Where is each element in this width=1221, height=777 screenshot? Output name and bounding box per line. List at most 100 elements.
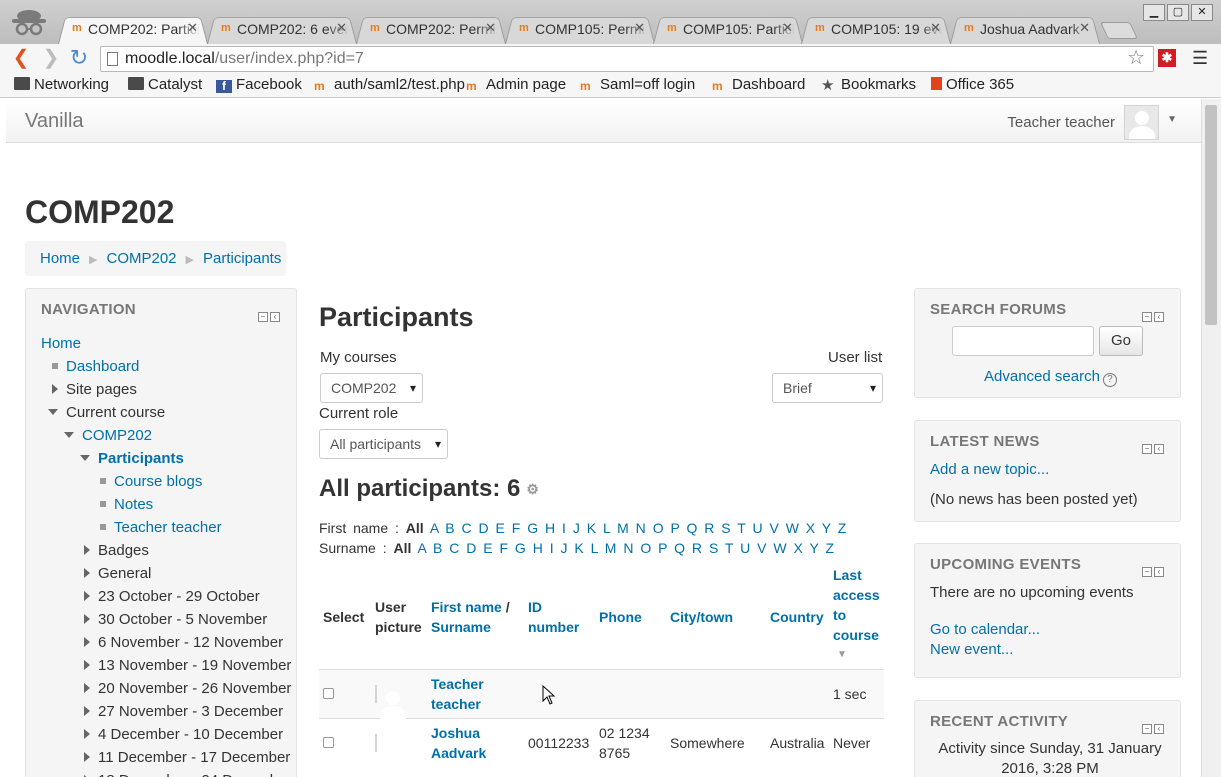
- nav-item[interactable]: 18 December - 24 December: [41, 769, 291, 777]
- expand-icon[interactable]: [84, 614, 90, 624]
- bookmark-star-icon[interactable]: ☆: [1127, 46, 1145, 70]
- firstname-initial-letter-link[interactable]: Y: [822, 520, 831, 536]
- bookmark-item[interactable]: Office 365: [931, 76, 1014, 93]
- expand-icon[interactable]: [84, 591, 90, 601]
- nav-item[interactable]: 20 November - 26 November: [41, 677, 291, 700]
- new-event-link[interactable]: New event...: [930, 641, 1013, 658]
- expand-icon[interactable]: [84, 706, 90, 716]
- collapse-arrow-icon[interactable]: [64, 432, 74, 438]
- tab[interactable]: m COMP202: Participants✕: [58, 14, 208, 44]
- firstname-initial-letter-link[interactable]: G: [527, 520, 538, 536]
- expand-icon[interactable]: [52, 384, 58, 394]
- bookmark-item[interactable]: m auth/saml2/test.php: [314, 76, 465, 93]
- firstname-initial-letter-link[interactable]: V: [769, 520, 778, 536]
- nav-item-label[interactable]: Home: [41, 335, 81, 352]
- firstname-initial-letter-link[interactable]: R: [704, 520, 714, 536]
- surname-initial-letter-link[interactable]: X: [793, 540, 802, 556]
- bookmark-item[interactable]: ★ Bookmarks: [821, 76, 916, 94]
- firstname-initial-letter-link[interactable]: T: [737, 520, 745, 536]
- sort-lastaccess[interactable]: Last access to course: [833, 567, 880, 643]
- surname-initial-letter-link[interactable]: R: [692, 540, 702, 556]
- close-tab-icon[interactable]: ✕: [782, 20, 793, 36]
- nav-item-label[interactable]: COMP202: [82, 427, 152, 444]
- nav-item-label[interactable]: Notes: [114, 496, 153, 513]
- sort-surname[interactable]: Surname: [431, 619, 491, 635]
- nav-item-label[interactable]: Teacher teacher: [114, 519, 222, 536]
- firstname-initial-all[interactable]: All: [406, 520, 424, 536]
- back-icon[interactable]: ❮: [10, 48, 32, 70]
- surname-initial-letter-link[interactable]: I: [550, 540, 554, 556]
- surname-initial-letter-link[interactable]: L: [591, 540, 598, 556]
- surname-initial-letter-link[interactable]: F: [499, 540, 508, 556]
- collapse-icon[interactable]: −: [1142, 444, 1152, 454]
- firstname-initial-letter-link[interactable]: Z: [838, 520, 847, 536]
- nav-item[interactable]: Dashboard: [41, 355, 291, 378]
- close-tab-icon[interactable]: ✕: [930, 20, 941, 36]
- nav-item[interactable]: Site pages: [41, 378, 291, 401]
- surname-initial-letter-link[interactable]: M: [605, 540, 617, 556]
- row-checkbox[interactable]: [323, 688, 334, 699]
- surname-initial-letter-link[interactable]: Q: [674, 540, 685, 556]
- dock-icon[interactable]: ‹: [1154, 567, 1164, 577]
- bookmark-item[interactable]: f Facebook: [216, 76, 302, 93]
- tab[interactable]: m COMP202: Permissions✕: [356, 14, 506, 44]
- go-button[interactable]: Go: [1099, 326, 1143, 356]
- nav-item-label[interactable]: Dashboard: [66, 358, 139, 375]
- collapse-arrow-icon[interactable]: [80, 455, 90, 461]
- nav-item[interactable]: 30 October - 5 November: [41, 608, 291, 631]
- collapse-icon[interactable]: −: [1142, 567, 1152, 577]
- maximize-icon[interactable]: ▢: [1167, 4, 1189, 21]
- calendar-link[interactable]: Go to calendar...: [930, 621, 1040, 638]
- user-list-select[interactable]: Brief: [772, 373, 883, 403]
- close-tab-icon[interactable]: ✕: [187, 20, 198, 36]
- sort-firstname[interactable]: First name: [431, 599, 502, 615]
- surname-initial-letter-link[interactable]: P: [658, 540, 667, 556]
- nav-item[interactable]: 27 November - 3 December: [41, 700, 291, 723]
- firstname-initial-letter-link[interactable]: A: [430, 520, 439, 536]
- firstname-initial-letter-link[interactable]: S: [721, 520, 730, 536]
- firstname-initial-letter-link[interactable]: H: [545, 520, 555, 536]
- sort-city[interactable]: City/town: [670, 609, 733, 625]
- scrollbar-thumb[interactable]: [1205, 105, 1217, 325]
- firstname-initial-letter-link[interactable]: M: [617, 520, 629, 536]
- collapse-icon[interactable]: −: [1142, 724, 1152, 734]
- close-tab-icon[interactable]: ✕: [1079, 20, 1090, 36]
- expand-icon[interactable]: [84, 545, 90, 555]
- nav-item[interactable]: General: [41, 562, 291, 585]
- new-tab-button[interactable]: [1100, 22, 1138, 39]
- participant-name-link[interactable]: Teacher teacher: [431, 676, 484, 712]
- firstname-initial-letter-link[interactable]: N: [636, 520, 646, 536]
- scrollbar[interactable]: [1201, 99, 1221, 777]
- surname-initial-letter-link[interactable]: U: [740, 540, 750, 556]
- dock-icon[interactable]: ‹: [1154, 724, 1164, 734]
- firstname-initial-letter-link[interactable]: K: [587, 520, 596, 536]
- surname-initial-letter-link[interactable]: K: [574, 540, 583, 556]
- breadcrumb-participants[interactable]: Participants: [203, 250, 281, 267]
- surname-initial-letter-link[interactable]: Z: [825, 540, 834, 556]
- nav-item[interactable]: Notes: [41, 493, 291, 516]
- tab[interactable]: m COMP202: 6 events✕: [207, 14, 357, 44]
- firstname-initial-letter-link[interactable]: I: [562, 520, 566, 536]
- close-tab-icon[interactable]: ✕: [634, 20, 645, 36]
- firstname-initial-letter-link[interactable]: J: [573, 520, 580, 536]
- nav-item[interactable]: Home: [41, 332, 291, 355]
- nav-item[interactable]: Teacher teacher: [41, 516, 291, 539]
- sort-country[interactable]: Country: [770, 609, 824, 625]
- collapse-arrow-icon[interactable]: [48, 409, 58, 415]
- tab[interactable]: m COMP105: 19 events✕: [801, 14, 951, 44]
- firstname-initial-letter-link[interactable]: D: [479, 520, 489, 536]
- firstname-initial-letter-link[interactable]: B: [445, 520, 454, 536]
- bookmark-item[interactable]: Networking: [14, 76, 109, 93]
- avatar[interactable]: [375, 734, 377, 752]
- collapse-icon[interactable]: −: [1142, 312, 1152, 322]
- firstname-initial-letter-link[interactable]: Q: [686, 520, 697, 536]
- surname-initial-letter-link[interactable]: W: [773, 540, 786, 556]
- tab[interactable]: m COMP105: Permissions✕: [505, 14, 655, 44]
- tab[interactable]: m COMP105: Participants✕: [653, 14, 803, 44]
- forward-icon[interactable]: ❯: [40, 48, 62, 70]
- my-courses-select[interactable]: COMP202: [320, 373, 423, 403]
- surname-initial-letter-link[interactable]: V: [757, 540, 766, 556]
- surname-initial-letter-link[interactable]: S: [709, 540, 718, 556]
- avatar[interactable]: [375, 685, 377, 703]
- surname-initial-all[interactable]: All: [393, 540, 411, 556]
